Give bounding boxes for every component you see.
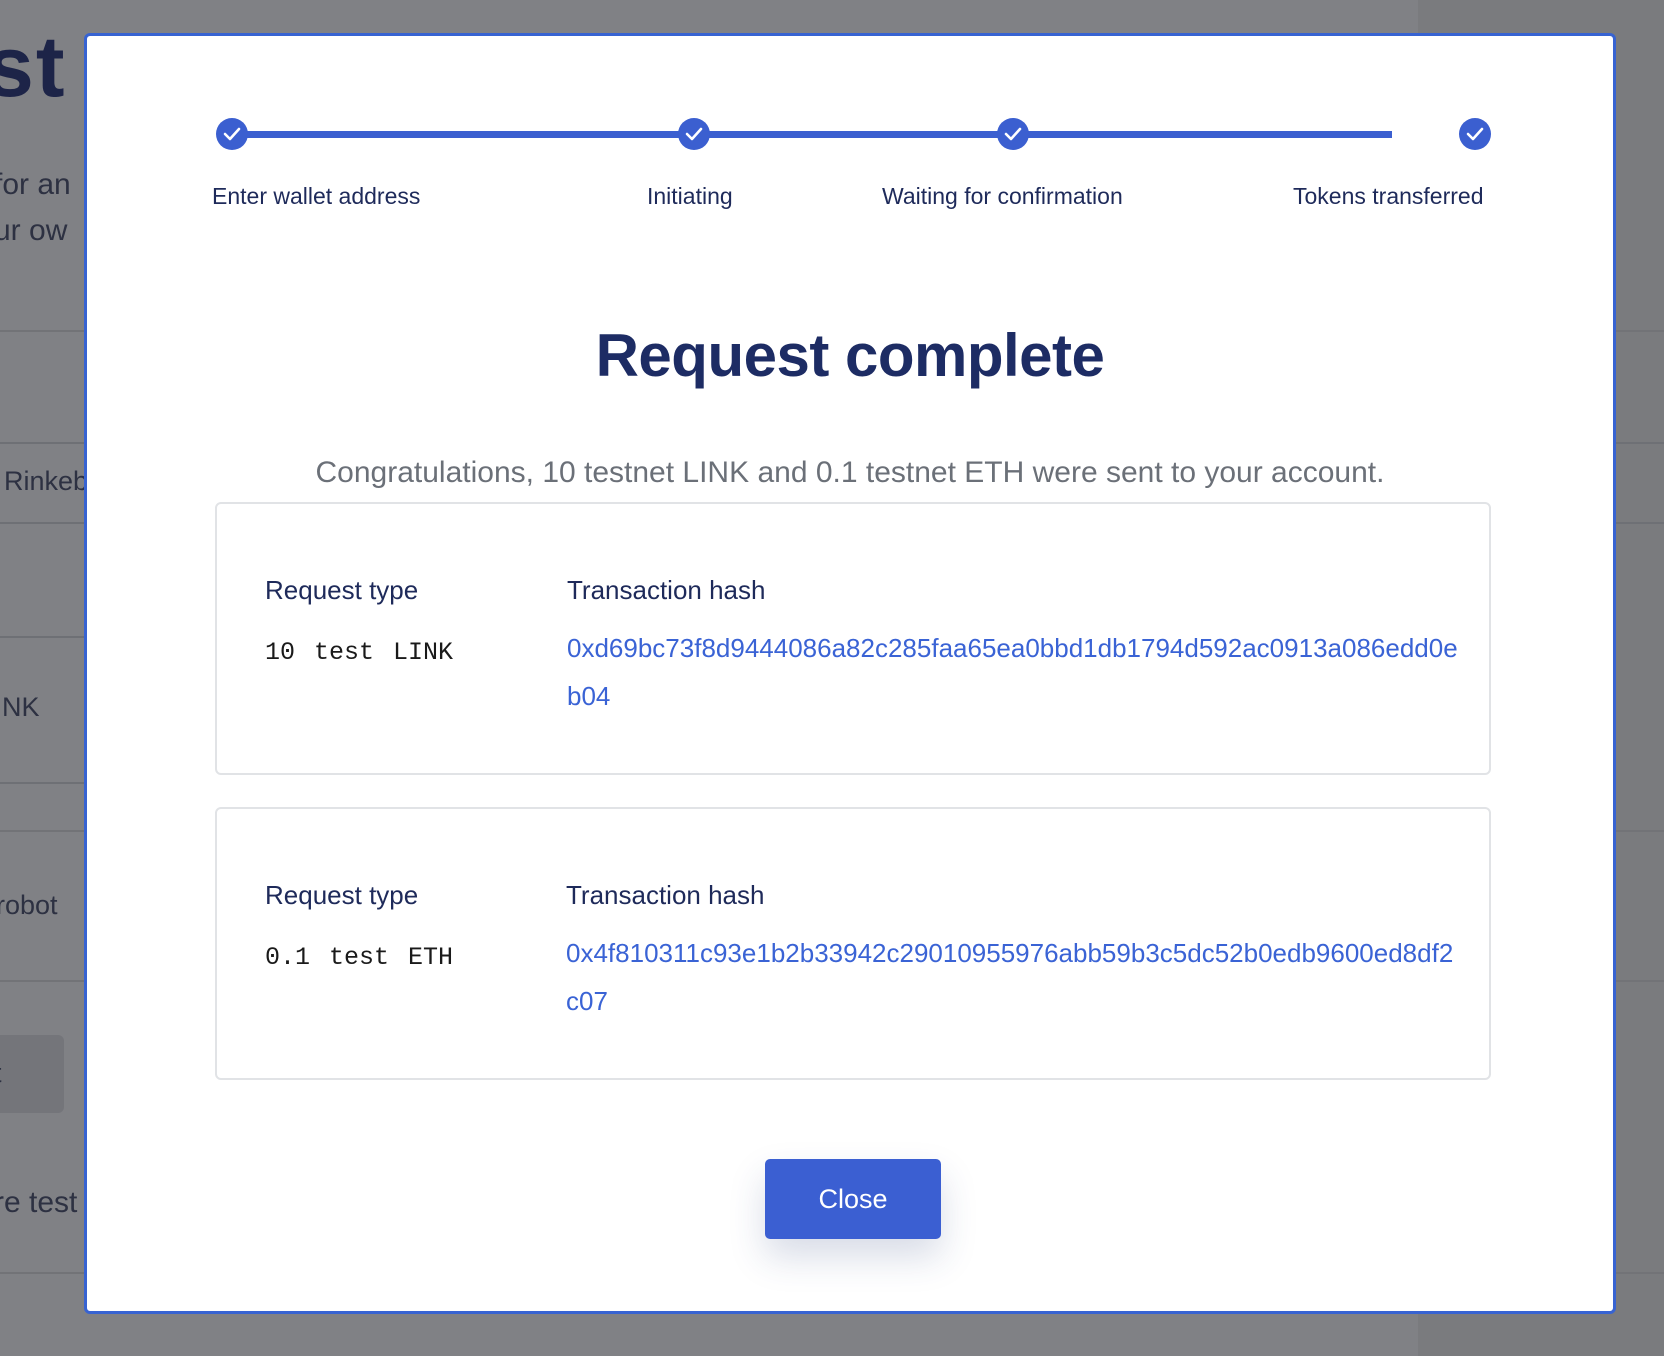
check-icon [1466, 127, 1484, 141]
request-card-link: Request type 10 test LINK Transaction ha… [215, 502, 1491, 775]
close-button[interactable]: Close [765, 1159, 941, 1239]
step-label-initiating: Initiating [647, 183, 733, 209]
background-text: robot [0, 890, 58, 920]
modal-title: Request complete [595, 322, 1105, 389]
step-1-complete [216, 118, 248, 150]
background-text: ur ow [0, 214, 68, 247]
step-label-enter-wallet-address: Enter wallet address [212, 183, 421, 209]
success-message: Congratulations, 10 testnet LINK and 0.1… [315, 456, 1385, 489]
background-input-box [1610, 442, 1664, 524]
progress-stepper: Enter wallet address Initiating Waiting … [87, 36, 1613, 276]
check-icon [1004, 127, 1022, 141]
background-text: Rinkeb [4, 466, 89, 496]
check-icon [223, 127, 241, 141]
step-4-complete [1459, 118, 1491, 150]
background-text: re test [0, 1186, 78, 1219]
stepper-progress-line [232, 131, 1392, 138]
transaction-hash-label: Transaction hash [567, 575, 766, 605]
background-text: NK [2, 692, 40, 722]
step-2-complete [678, 118, 710, 150]
background-text: t [0, 1058, 2, 1089]
request-card-eth: Request type 0.1 test ETH Transaction ha… [215, 807, 1491, 1080]
request-complete-modal: Enter wallet address Initiating Waiting … [84, 33, 1616, 1314]
request-amount: 10 test LINK [265, 638, 454, 667]
check-icon [685, 127, 703, 141]
request-type-label: Request type [265, 575, 419, 605]
request-type-label: Request type [265, 880, 419, 910]
step-label-waiting-for-confirmation: Waiting for confirmation [882, 183, 1123, 209]
step-3-complete [997, 118, 1029, 150]
background-button [0, 1035, 64, 1113]
step-label-tokens-transferred: Tokens transferred [1293, 183, 1484, 209]
background-text: for an [0, 168, 71, 201]
request-amount: 0.1 test ETH [265, 943, 454, 972]
transaction-hash-link[interactable]: 0x4f810311c93e1b2b33942c29010955976abb59… [566, 929, 1466, 1025]
transaction-hash-link[interactable]: 0xd69bc73f8d9444086a82c285faa65ea0bbd1db… [567, 624, 1467, 720]
transaction-hash-label: Transaction hash [566, 880, 765, 910]
